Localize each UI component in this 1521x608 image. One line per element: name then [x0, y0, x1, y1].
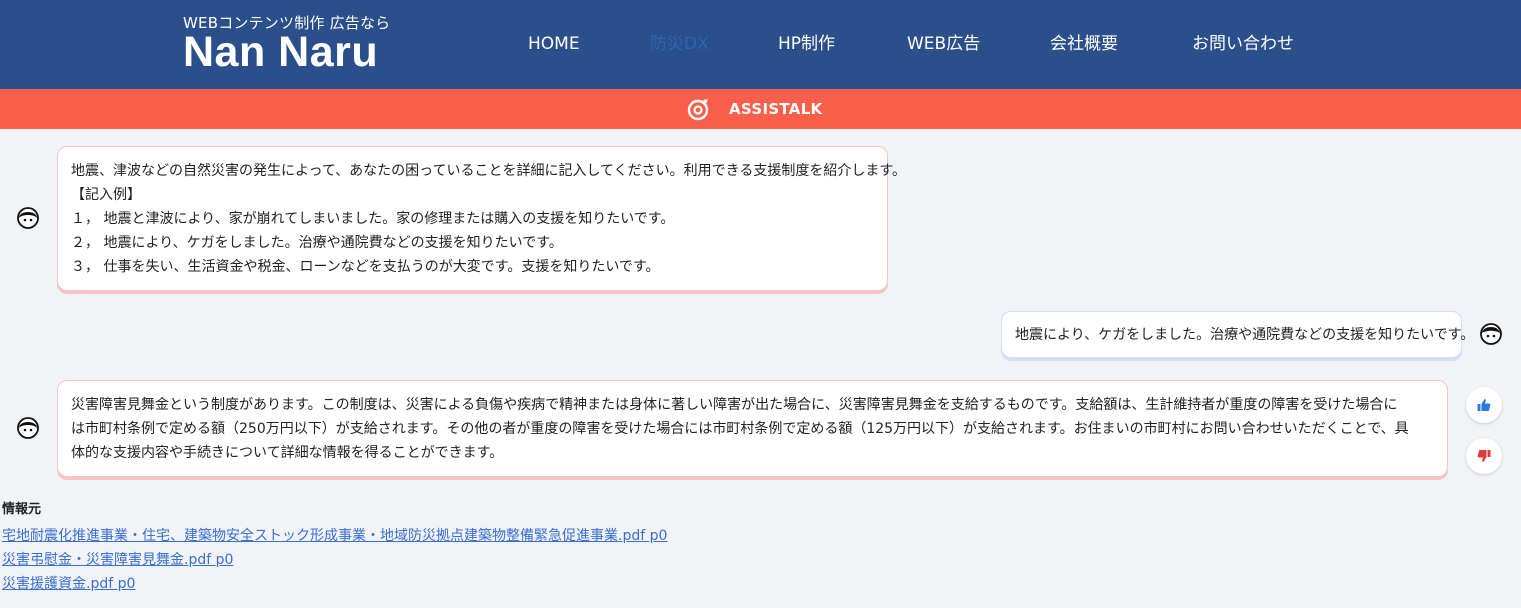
sources-title: 情報元 [2, 502, 42, 517]
source-link[interactable]: 災害援護資金.pdf p0 [2, 575, 135, 593]
assistant-avatar-icon [16, 206, 40, 230]
source-link[interactable]: 宅地耐震化推進事業・住宅、建築物安全ストック形成事業・地域防災拠点建築物整備緊急… [2, 527, 667, 545]
bot-message: 災害障害見舞金という制度があります。この制度は、災害による負傷や疾病で精神または… [57, 380, 1448, 477]
assistalk-logo-icon [686, 97, 710, 121]
user-message: 地震により、ケガをしました。治療や通院費などの支援を知りたいです。 [1001, 311, 1475, 358]
message-line: 【記入例】 [71, 187, 141, 203]
message-line: 地震、津波などの自然災害の発生によって、あなたの困っていることを詳細に記入してく… [71, 163, 906, 179]
logo-brand: Nan Naru [183, 28, 379, 76]
nav-company[interactable]: 会社概要 [1050, 34, 1118, 54]
nav-bousai-dx[interactable]: 防災DX [650, 34, 709, 54]
message-line: 災害障害見舞金という制度があります。この制度は、災害による負傷や疾病で精神または… [71, 397, 1398, 413]
nav-contact[interactable]: お問い合わせ [1192, 34, 1294, 54]
source-link[interactable]: 災害弔慰金・災害障害見舞金.pdf p0 [2, 551, 233, 569]
bot-message: 地震、津波などの自然災害の発生によって、あなたの困っていることを詳細に記入してく… [57, 146, 906, 291]
nav-web-ads[interactable]: WEB広告 [907, 34, 980, 54]
message-line: は市町村条例で定める額（250万円以下）が支給されます。その他の者が重度の障害を… [71, 421, 1409, 437]
site-header: WEBコンテンツ制作 広告なら Nan Naru HOME 防災DX HP制作 … [0, 0, 1521, 89]
site-logo[interactable]: WEBコンテンツ制作 広告なら Nan Naru [183, 14, 390, 74]
nav-home[interactable]: HOME [528, 34, 580, 54]
nav-hp-production[interactable]: HP制作 [778, 34, 835, 54]
message-line: １， 地震と津波により、家が崩れてしまいました。家の修理または購入の支援を知りた… [71, 211, 675, 227]
assistalk-banner: ASSISTALK [0, 89, 1521, 129]
like-button[interactable] [1466, 387, 1502, 423]
thumbs-down-icon [1477, 450, 1491, 462]
assistant-avatar-icon [16, 416, 40, 440]
dislike-button[interactable] [1466, 438, 1502, 474]
message-line: 地震により、ケガをしました。治療や通院費などの支援を知りたいです。 [1015, 327, 1475, 343]
user-avatar-icon [1479, 322, 1503, 346]
banner-title: ASSISTALK [729, 100, 823, 118]
message-line: ３， 仕事を失い、生活資金や税金、ローンなどを支払うのが大変です。支援を知りたい… [71, 259, 660, 275]
message-line: ２， 地震により、ケガをしました。治療や通院費などの支援を知りたいです。 [71, 235, 563, 251]
thumbs-up-icon [1477, 399, 1491, 411]
message-line: 体的な支援内容や手続きについて詳細な情報を得ることができます。 [71, 445, 504, 461]
